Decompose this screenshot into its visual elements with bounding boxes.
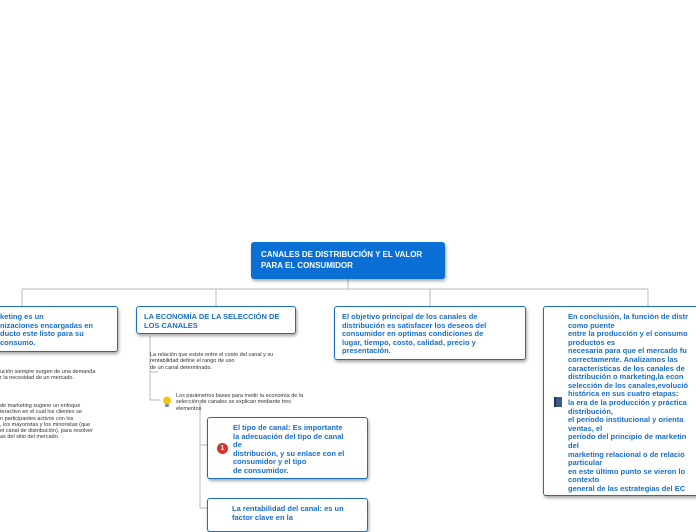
- central-topic[interactable]: CANALES DE DISTRIBUCIÓN Y EL VALOR PARA …: [251, 242, 445, 279]
- note-enfoque-interactivo: de marketing sugiere un enfoque teractiv…: [0, 403, 93, 441]
- note-relacion-costo: La relación que existe entre el costo de…: [150, 352, 274, 371]
- node-rentabilidad-canal[interactable]: La rentabilidad del canal: es un factor …: [207, 498, 368, 532]
- branch-objetivo-principal[interactable]: El objetivo principal de los canales de …: [334, 306, 526, 360]
- branch-conclusion-label: En conclusión, la función de distr como …: [568, 312, 689, 493]
- central-topic-label: CANALES DE DISTRIBUCIÓN Y EL VALOR PARA …: [261, 250, 423, 270]
- number-one-icon: 1: [217, 443, 228, 454]
- book-icon: [554, 397, 562, 407]
- node-tipo-canal[interactable]: El tipo de canal: Es importante la adecu…: [207, 417, 368, 479]
- branch-marketing-definition-label: keting es un nizaciones encargadas en du…: [0, 312, 93, 347]
- node-tipo-canal-label: El tipo de canal: Es importante la adecu…: [233, 423, 345, 475]
- branch-economia-canales-label: LA ECONOMÍA DE LA SELECCIÓN DE LOS CANAL…: [144, 312, 280, 330]
- lightbulb-icon: [163, 396, 171, 407]
- note-parametros-base: Los parámetros bases para medir la econo…: [176, 393, 304, 412]
- branch-economia-canales[interactable]: LA ECONOMÍA DE LA SELECCIÓN DE LOS CANAL…: [136, 306, 296, 334]
- branch-marketing-definition[interactable]: keting es un nizaciones encargadas en du…: [0, 306, 118, 352]
- note-surge-demanda: ución siempre surgen de una demanda r la…: [0, 369, 96, 382]
- branch-conclusion[interactable]: En conclusión, la función de distr como …: [543, 306, 696, 496]
- branch-objetivo-principal-label: El objetivo principal de los canales de …: [342, 312, 487, 356]
